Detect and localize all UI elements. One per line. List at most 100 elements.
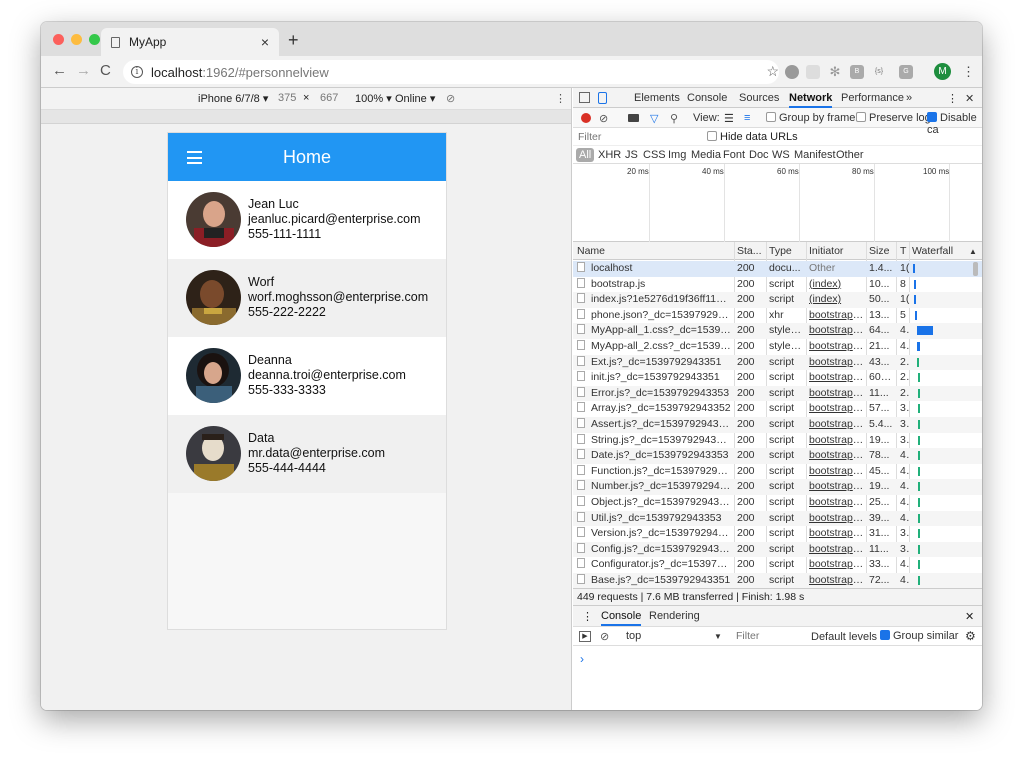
filter-font[interactable]: Font (723, 149, 745, 161)
filter-xhr[interactable]: XHR (598, 149, 621, 161)
table-row[interactable]: MyApp-all_2.css?_dc=15397929... 200 styles… (573, 339, 982, 355)
request-initiator[interactable]: bootstrap.j... (809, 402, 864, 414)
profile-avatar[interactable]: M (934, 63, 951, 80)
filter-doc[interactable]: Doc (749, 149, 769, 161)
network-overview[interactable]: 20 ms 40 ms 60 ms 80 ms 100 ms (573, 164, 982, 242)
filter-icon[interactable]: ▽ (650, 112, 658, 125)
console-filter-input[interactable] (733, 629, 803, 643)
table-row[interactable]: Date.js?_dc=1539792943353 200 script bootst… (573, 448, 982, 464)
list-item[interactable]: Data mr.data@enterprise.com 555-444-4444 (168, 415, 446, 493)
table-row[interactable]: Error.js?_dc=1539792943353 200 script boots… (573, 385, 982, 402)
table-row[interactable]: Assert.js?_dc=1539792943353 200 script boot… (573, 417, 982, 433)
request-initiator[interactable]: (index) (809, 278, 864, 290)
waterfall-view-icon[interactable]: ≡ (744, 112, 750, 124)
tab-console[interactable]: Console (687, 92, 727, 104)
search-icon[interactable]: ⚲ (670, 112, 678, 125)
table-row[interactable]: Configurator.js?_dc=15397929... 200 script… (573, 557, 982, 573)
device-menu-icon[interactable]: ⋮ (555, 92, 566, 105)
table-row[interactable]: Function.js?_dc=1539792943353 200 script bo… (573, 464, 982, 480)
filter-manifest[interactable]: Manifest (794, 149, 836, 161)
close-window-button[interactable] (53, 34, 64, 45)
close-devtools-icon[interactable]: ✕ (965, 92, 974, 105)
request-initiator[interactable]: bootstrap.j... (809, 465, 864, 477)
context-select[interactable]: top (626, 630, 641, 642)
request-initiator[interactable]: bootstrap.j... (809, 512, 864, 524)
drawer-menu-icon[interactable]: ⋮ (582, 610, 593, 623)
large-rows-icon[interactable]: ☰ (724, 112, 734, 125)
more-tabs-button[interactable]: » (906, 92, 912, 104)
devtools-menu-icon[interactable]: ⋮ (947, 92, 958, 105)
table-row[interactable]: Ext.js?_dc=1539792943351 200 script bootstr… (573, 354, 982, 371)
device-select[interactable]: iPhone 6/7/8 ▾ (198, 92, 268, 105)
request-initiator[interactable]: bootstrap.j... (809, 356, 864, 368)
zoom-select[interactable]: 100% ▾ (355, 92, 392, 105)
close-tab-icon[interactable]: × (261, 34, 269, 50)
column-header-waterfall[interactable]: Waterfall (912, 245, 960, 257)
filter-media[interactable]: Media (691, 149, 721, 161)
group-by-frame-checkbox[interactable]: Group by frame (766, 112, 855, 124)
table-row[interactable]: Config.js?_dc=1539792943353 200 script boot… (573, 541, 982, 558)
info-icon[interactable]: i (131, 66, 143, 78)
request-initiator[interactable]: Other (809, 262, 864, 274)
extension-icon[interactable]: B (850, 65, 864, 79)
preserve-log-checkbox[interactable]: Preserve log (856, 112, 931, 124)
request-initiator[interactable]: bootstrap.j... (809, 418, 864, 430)
clear-icon[interactable]: ⊘ (599, 112, 608, 125)
viewport-height[interactable]: 667 (320, 92, 338, 104)
console-prompt[interactable]: › (580, 652, 584, 666)
table-row[interactable]: bootstrap.js 200 script (index) 10... 8 (573, 277, 982, 293)
request-initiator[interactable]: (index) (809, 293, 864, 305)
browser-menu-icon[interactable]: ⋮ (962, 64, 975, 80)
table-row[interactable]: Array.js?_dc=1539792943352 200 script boots… (573, 401, 982, 417)
request-initiator[interactable]: bootstrap.j... (809, 340, 864, 352)
filter-all[interactable]: All (576, 148, 595, 162)
table-row[interactable]: Number.js?_dc=1539792943353 200 script boot… (573, 479, 982, 495)
extension-icon[interactable] (785, 65, 799, 79)
filter-img[interactable]: Img (668, 149, 686, 161)
group-similar-checkbox[interactable]: Group similar (880, 630, 958, 642)
record-icon[interactable] (581, 113, 591, 123)
throttle-select[interactable]: Online ▾ (395, 92, 435, 105)
filter-input[interactable] (575, 130, 697, 144)
bookmark-star-icon[interactable]: ☆ (766, 63, 779, 80)
snowflake-icon[interactable]: ✻ (828, 65, 842, 79)
viewport-width[interactable]: 375 (278, 92, 296, 104)
device-toggle-icon[interactable] (598, 92, 607, 104)
console-settings-gear-icon[interactable]: ⚙ (965, 629, 976, 643)
column-header-initiator[interactable]: Initiator (809, 245, 864, 257)
new-tab-button[interactable]: + (288, 30, 299, 51)
media-query-ruler[interactable] (41, 110, 571, 124)
hide-data-urls-checkbox[interactable]: Hide data URLs (707, 131, 798, 143)
extension-icon[interactable]: G (899, 65, 913, 79)
column-header-type[interactable]: Type (769, 245, 804, 257)
filter-js[interactable]: JS (625, 149, 638, 161)
request-initiator[interactable]: bootstrap.j... (809, 371, 864, 383)
table-row[interactable]: Version.js?_dc=1539792943353 200 script boo… (573, 526, 982, 542)
table-row[interactable]: phone.json?_dc=1539792943269 200 xhr bootst… (573, 308, 982, 324)
table-row[interactable]: localhost 200 docu... Other 1.4... 1( (573, 261, 982, 277)
request-initiator[interactable]: bootstrap.j... (809, 527, 864, 539)
reload-button[interactable]: C (100, 62, 111, 79)
request-initiator[interactable]: bootstrap.j... (809, 496, 864, 508)
drawer-tab-rendering[interactable]: Rendering (649, 610, 700, 622)
minimize-window-button[interactable] (71, 34, 82, 45)
extension-icon[interactable]: {s} (872, 65, 886, 79)
tab-sources[interactable]: Sources (739, 92, 779, 104)
request-initiator[interactable]: bootstrap.j... (809, 574, 864, 586)
filter-other[interactable]: Other (836, 149, 864, 161)
sort-arrow-icon[interactable]: ▲ (969, 247, 979, 256)
zoom-window-button[interactable] (89, 34, 100, 45)
table-row[interactable]: Base.js?_dc=1539792943351 200 script bootst… (573, 573, 982, 589)
request-initiator[interactable]: bootstrap.j... (809, 480, 864, 492)
table-row[interactable]: String.js?_dc=1539792943353 200 script boot… (573, 433, 982, 449)
context-dropdown-icon[interactable]: ▼ (714, 632, 722, 641)
table-scrollbar[interactable] (973, 262, 978, 276)
table-row[interactable]: init.js?_dc=1539792943351 200 script bootst… (573, 370, 982, 386)
request-initiator[interactable]: bootstrap.j... (809, 309, 864, 321)
sidebar-toggle-icon[interactable]: ▶ (579, 631, 591, 642)
inspect-icon[interactable] (579, 92, 590, 103)
filter-css[interactable]: CSS (643, 149, 666, 161)
list-item[interactable]: Worf worf.moghsson@enterprise.com 555-22… (168, 259, 446, 337)
request-initiator[interactable]: bootstrap.j... (809, 543, 864, 555)
forward-button[interactable]: → (76, 62, 91, 79)
